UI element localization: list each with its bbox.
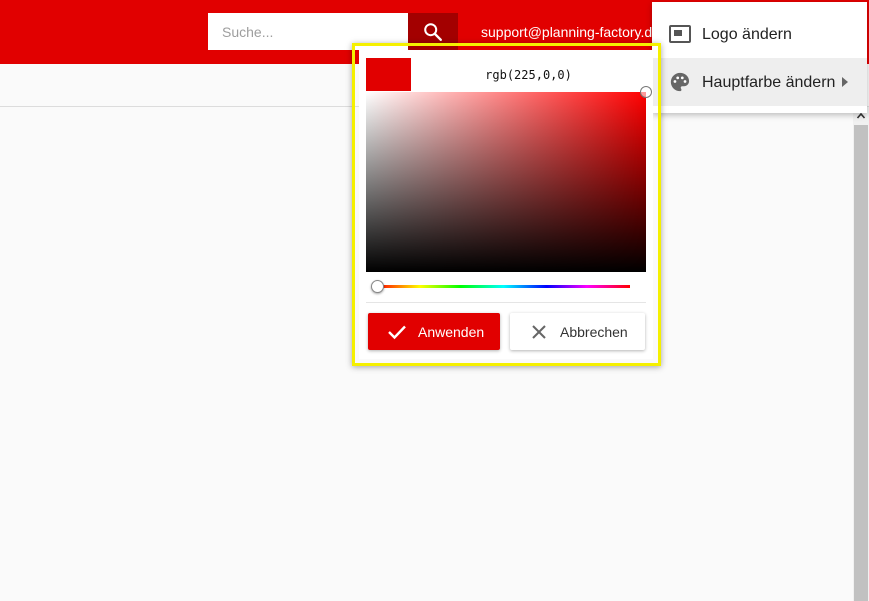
support-email-link[interactable]: support@planning-factory.de	[481, 24, 652, 41]
saturation-value-handle[interactable]	[640, 86, 652, 98]
menu-item-label: Logo ändern	[702, 26, 792, 43]
picture-in-picture-icon	[668, 22, 692, 46]
submenu-arrow-icon	[842, 74, 854, 90]
scrollbar-thumb[interactable]	[854, 125, 868, 601]
chevron-up-icon	[856, 112, 866, 119]
vertical-scrollbar[interactable]	[853, 107, 869, 601]
palette-icon	[668, 70, 692, 94]
menu-item-change-main-color[interactable]: Hauptfarbe ändern	[652, 58, 867, 106]
apply-button[interactable]: Anwenden	[368, 313, 500, 350]
divider	[366, 302, 646, 303]
close-icon	[528, 321, 550, 343]
hue-slider-track[interactable]	[377, 285, 630, 288]
menu-item-label: Hauptfarbe ändern	[702, 74, 836, 91]
color-value-text[interactable]: rgb(225,0,0)	[411, 58, 646, 91]
apply-button-label: Anwenden	[418, 324, 485, 340]
cancel-button[interactable]: Abbrechen	[510, 313, 645, 350]
menu-item-change-logo[interactable]: Logo ändern	[652, 10, 867, 58]
settings-menu: Logo ändern Hauptfarbe ändern	[652, 2, 867, 113]
check-icon	[386, 321, 408, 343]
hue-slider-handle[interactable]	[371, 280, 384, 293]
saturation-value-area[interactable]	[366, 86, 652, 272]
current-color-swatch	[366, 58, 411, 91]
cancel-button-label: Abbrechen	[560, 324, 628, 340]
search-icon	[424, 22, 442, 41]
color-picker-dialog: rgb(225,0,0) Anwenden Abbrechen	[359, 50, 653, 359]
